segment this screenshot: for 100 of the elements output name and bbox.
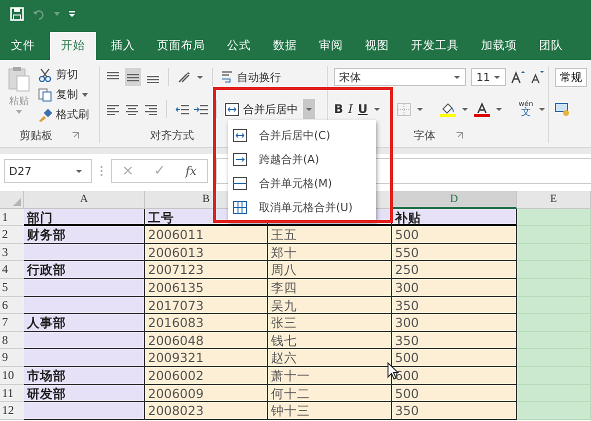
caret-icon[interactable] — [494, 106, 503, 112]
table-cell: 600 — [392, 366, 517, 385]
increase-font-icon[interactable] — [511, 70, 525, 84]
cut-button[interactable]: 剪切 — [38, 66, 89, 83]
text-angle-icon[interactable] — [176, 71, 191, 83]
table-cell: 郑十 — [268, 244, 392, 262]
row-header[interactable]: 9 — [0, 349, 24, 367]
row-header[interactable]: 6 — [0, 296, 24, 314]
table-cell: 2009321 — [145, 349, 268, 367]
wrap-text-button[interactable]: 自动换行 — [220, 68, 281, 86]
column-header[interactable]: E — [517, 191, 591, 209]
table-cell: 李四 — [268, 278, 392, 297]
caret-icon — [304, 106, 313, 112]
caret-icon[interactable] — [372, 106, 381, 112]
clipboard-icon — [8, 66, 30, 92]
underline-button[interactable]: U — [358, 102, 368, 116]
table-cell: 300 — [392, 278, 517, 297]
table-cell: 赵六 — [268, 349, 392, 367]
table-cell: 2006009 — [145, 384, 268, 402]
merge-dropdown-button[interactable] — [302, 99, 315, 119]
table-cell: 2017073 — [145, 296, 268, 314]
group-label: 对齐方式 — [150, 128, 194, 143]
insert-function-button[interactable]: fx — [185, 164, 197, 178]
caret-icon[interactable] — [196, 74, 204, 80]
menu-item[interactable]: 合并后居中(C) — [228, 123, 376, 147]
borders-icon[interactable] — [396, 102, 411, 116]
row-header[interactable]: 7 — [0, 314, 24, 332]
align-center-icon[interactable] — [124, 103, 139, 115]
format-painter-button[interactable]: 格式刷 — [38, 106, 89, 123]
caret-icon — [493, 74, 501, 80]
row-header[interactable]: 10 — [0, 366, 24, 385]
table-cell: 2006135 — [145, 278, 268, 297]
dialog-launcher-icon[interactable] — [456, 132, 462, 139]
merge-center-icon — [233, 128, 247, 142]
table-cell: 周八 — [268, 261, 392, 279]
ribbon-tab[interactable]: 视图 — [354, 32, 400, 60]
table-cell: 吴九 — [268, 296, 392, 314]
merge-cells-icon — [233, 176, 247, 190]
merge-center-button[interactable]: 合并后居中 — [224, 99, 298, 119]
table-cell: 2007123 — [145, 261, 268, 279]
row-header[interactable]: 11 — [0, 384, 24, 402]
table-cell: 500 — [392, 226, 517, 244]
align-right-icon[interactable] — [144, 103, 158, 115]
ribbon-tab[interactable]: 开发工具 — [400, 32, 470, 60]
name-box[interactable]: D27 — [4, 159, 92, 183]
table-cell: 张三 — [268, 314, 392, 332]
number-format-dropdown[interactable]: 常规 — [554, 68, 587, 86]
save-icon[interactable] — [10, 7, 24, 21]
row-header[interactable]: 4 — [0, 261, 24, 279]
row-header[interactable]: 8 — [0, 332, 24, 350]
font-color-icon[interactable] — [474, 102, 490, 116]
dialog-launcher-icon[interactable] — [72, 132, 80, 139]
copy-icon — [38, 88, 52, 102]
table-cell: 王五 — [268, 226, 392, 244]
ribbon-tab[interactable]: 加载项 — [470, 32, 528, 60]
table-cell: 550 — [392, 244, 517, 262]
row-header[interactable]: 2 — [0, 226, 24, 244]
font-size-dropdown[interactable]: 11 — [471, 68, 506, 86]
ribbon-tab[interactable]: 开始 — [50, 32, 96, 60]
bold-button[interactable]: B — [334, 102, 344, 116]
table-cell: 500 — [392, 349, 517, 367]
table-cell: 300 — [392, 314, 517, 332]
caret-icon[interactable] — [460, 106, 469, 112]
caret-icon[interactable] — [538, 106, 546, 112]
fill-color-icon[interactable] — [440, 102, 456, 116]
italic-button[interactable]: I — [348, 102, 353, 116]
row-header[interactable]: 3 — [0, 244, 24, 262]
font-name-dropdown[interactable]: 宋体 — [334, 68, 466, 86]
decrease-font-icon[interactable] — [530, 70, 544, 84]
caret-icon — [453, 74, 462, 80]
ribbon-tab[interactable]: 团队 — [528, 32, 574, 60]
align-middle-icon — [126, 71, 140, 83]
ribbon-tab[interactable]: 审阅 — [308, 32, 354, 60]
table-cell: 350 — [392, 332, 517, 350]
column-header[interactable]: A — [24, 191, 145, 209]
caret-icon[interactable] — [416, 106, 424, 112]
table-cell: 何十二 — [268, 384, 392, 402]
menu-item[interactable]: 跨越合并(A) — [228, 147, 376, 171]
align-left-icon[interactable] — [106, 103, 120, 115]
group-label: 剪贴板 — [19, 128, 52, 143]
ribbon-tab[interactable]: 页面布局 — [146, 32, 216, 60]
ribbon-tab[interactable]: 数据 — [262, 32, 308, 60]
row-header[interactable]: 5 — [0, 278, 24, 297]
scissors-icon — [38, 68, 52, 82]
customize-icon[interactable] — [68, 10, 76, 18]
row-header[interactable]: 12 — [0, 402, 24, 420]
ribbon-tab[interactable]: 文件 — [0, 32, 46, 60]
ribbon-tab[interactable]: 插入 — [100, 32, 146, 60]
decrease-indent-icon[interactable] — [174, 103, 189, 115]
row-header[interactable]: 1 — [0, 208, 24, 226]
table-cell: 500 — [392, 384, 517, 402]
column-header[interactable]: D — [392, 191, 517, 209]
align-middle-button[interactable] — [124, 68, 141, 86]
ribbon-tab[interactable]: 公式 — [216, 32, 262, 60]
copy-button[interactable]: 复制 — [38, 86, 89, 103]
table-cell: 财务部 — [24, 226, 145, 244]
table-cell: 2006011 — [145, 226, 268, 244]
table-cell: 2016083 — [145, 314, 268, 332]
increase-indent-icon[interactable] — [194, 103, 208, 115]
table-cell: 研发部 — [24, 384, 145, 402]
